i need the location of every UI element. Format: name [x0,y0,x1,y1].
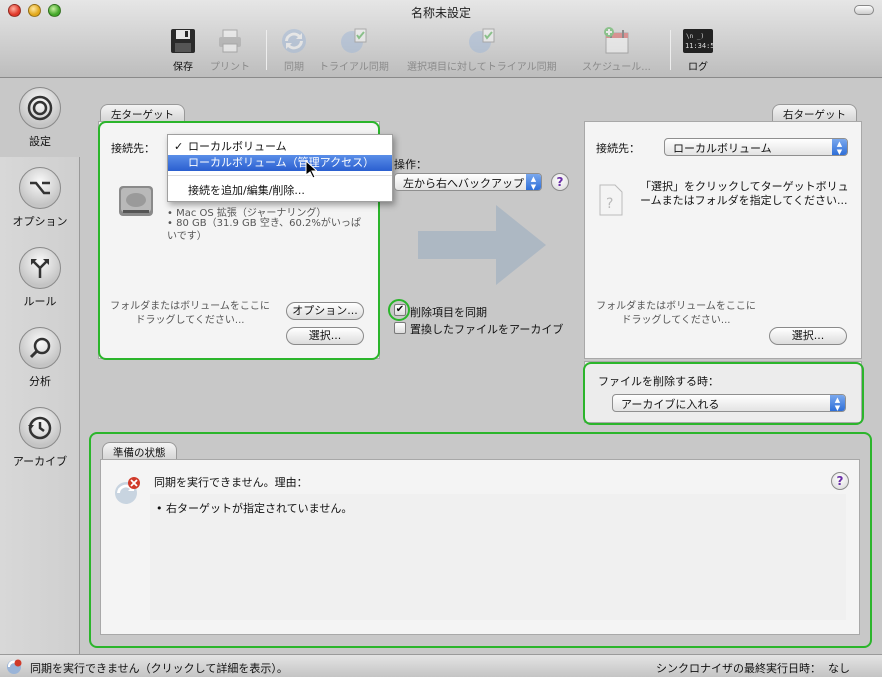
schedule-button[interactable]: スケジュール... [582,26,651,73]
menu-item-local-volume[interactable]: ✓ ローカルボリューム [168,139,392,155]
print-button[interactable]: プリント [210,26,250,73]
mouse-pointer-icon [305,159,319,181]
window-title: 名称未設定 [410,6,471,20]
delete-policy-highlight [583,362,864,425]
menu-separator [168,175,392,176]
sync-status-icon[interactable] [6,659,22,677]
archive-replaced-checkbox[interactable] [394,322,406,334]
target-icon [19,87,61,129]
sidebar-item-analysis[interactable]: 分析 [0,327,80,389]
sync-deletions-label: 削除項目を同期 [410,306,487,319]
clock-history-icon [19,407,61,449]
connection-dropdown-menu: ✓ ローカルボリューム ローカルボリューム（管理アクセス） 接続を追加/編集/削… [167,134,393,202]
tab-left-target: 左ターゲット [100,104,185,121]
trial-sync-button[interactable]: トライアル同期 [319,26,389,73]
popup-arrows-icon: ▲ ▼ [526,174,541,191]
unknown-document-icon: ? [598,184,624,219]
toolbar-toggle-button[interactable] [854,5,874,15]
archive-replaced-label: 置換したファイルをアーカイブ [410,323,564,336]
svg-text:?: ? [606,196,613,212]
tab-right-target: 右ターゲット [772,104,857,121]
sync-button[interactable]: 同期 [279,26,309,73]
menu-item-manage-connections[interactable]: 接続を追加/編集/削除... [168,183,392,199]
operation-label: 操作： [394,158,427,171]
last-run-label: シンクロナイザの最終実行日時： [656,662,821,675]
sidebar-item-rules[interactable]: ルール [0,247,80,309]
popup-arrows-icon: ▲ ▼ [832,139,847,156]
trial-sync-icon [339,26,369,56]
toolbar-separator [670,30,671,70]
sidebar-item-archive[interactable]: アーカイブ [0,407,80,469]
status-highlight [89,432,872,648]
sidebar-item-settings[interactable]: 設定 [0,87,80,149]
right-instruction-text: 「選択」をクリックしてターゲットボリュームまたはフォルダを指定してください... [640,180,849,207]
statusbar-message-link[interactable]: 同期を実行できません（クリックして詳細を表示）。 [30,660,288,676]
toolbar-separator [266,30,267,70]
branch-arrows-icon [19,247,61,289]
sync-arrows-icon [279,26,309,56]
floppy-disk-icon [168,26,198,56]
right-connect-label: 接続先： [596,142,640,155]
status-bar: 同期を実行できません（クリックして詳細を表示）。 シンクロナイザの最終実行日時：… [0,654,882,677]
title-toolbar: 名称未設定 保存 プリント 同期 トライアル同期 選択項目に対してトライアル同期 [0,0,882,78]
operation-help-button[interactable]: ? [551,173,569,191]
calendar-plus-icon [601,26,631,56]
save-button[interactable]: 保存 [168,26,198,73]
printer-icon [215,26,245,56]
right-connect-popup[interactable]: ローカルボリューム ▲ ▼ [664,138,848,156]
log-button[interactable]: \n _) 11:34:5 ログ [683,26,713,73]
right-drop-hint: フォルダまたはボリュームをここにドラッグしてください... [596,301,756,326]
operation-popup[interactable]: 左から右へバックアップ ▲ ▼ [394,173,542,191]
trial-sync-selected-icon [467,26,497,56]
log-console-icon: \n _) 11:34:5 [683,26,713,56]
sync-deletions-highlight [388,299,410,321]
log-screen-text: 11:34:5 [685,42,713,50]
option-key-icon [19,167,61,209]
magnifier-icon [19,327,61,369]
direction-arrow-icon [416,203,548,290]
sidebar: 設定 オプション ルール 分析 アーカイブ [0,79,80,654]
right-select-button[interactable]: 選択... [769,327,847,345]
trial-sync-selected-button[interactable]: 選択項目に対してトライアル同期 [407,26,557,73]
menu-item-local-volume-admin[interactable]: ローカルボリューム（管理アクセス） [168,155,392,171]
svg-text:\n _): \n _) [686,33,704,40]
checkmark-icon: ✓ [174,140,184,153]
sidebar-item-options[interactable]: オプション [0,167,80,229]
last-run-value: なし [828,662,850,675]
